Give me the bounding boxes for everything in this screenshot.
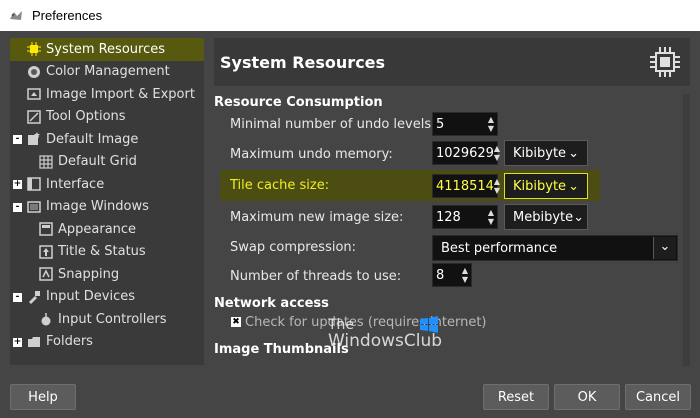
sidebar-item-input-devices[interactable]: - Input Devices xyxy=(10,286,204,309)
title-status-icon xyxy=(38,244,54,260)
chevron-down-icon: ⌄ xyxy=(573,209,585,225)
sidebar-item-label: Default Grid xyxy=(58,154,137,170)
panel-header: System Resources xyxy=(214,38,690,86)
tool-options-icon xyxy=(26,109,42,125)
preferences-tree[interactable]: System Resources Color Management Image … xyxy=(10,38,204,365)
chevron-down-icon[interactable]: ⌄ xyxy=(653,237,676,259)
title-bar: Preferences xyxy=(0,0,700,31)
chevron-down-icon: ⌄ xyxy=(568,145,579,161)
undo-memory-unit-select[interactable]: Kibibyte ⌄ xyxy=(504,140,588,166)
sidebar-item-interface[interactable]: + Interface xyxy=(10,173,204,196)
threads-value[interactable]: 8 xyxy=(433,268,459,283)
image-windows-icon xyxy=(26,199,42,215)
spin-arrows-icon[interactable]: ▲ ▼ xyxy=(494,175,500,197)
sidebar-item-label: Folders xyxy=(46,334,93,350)
sidebar-item-label: Snapping xyxy=(58,266,120,282)
max-image-value[interactable]: 128 xyxy=(433,210,485,225)
swap-compression-select[interactable]: Best performance ⌄ xyxy=(432,235,678,261)
import-icon xyxy=(26,86,42,102)
sidebar-item-label: Interface xyxy=(46,176,105,192)
collapse-icon[interactable]: - xyxy=(13,202,22,212)
sidebar-item-image-import-export[interactable]: Image Import & Export xyxy=(10,83,204,106)
sidebar-item-input-controllers[interactable]: Input Controllers xyxy=(10,308,204,331)
sidebar-item-default-image[interactable]: - Default Image xyxy=(10,128,204,151)
sidebar-item-label: Image Import & Export xyxy=(46,86,195,102)
swap-compression-value: Best performance xyxy=(441,240,558,256)
expand-icon[interactable]: + xyxy=(13,180,22,189)
tile-cache-unit: Kibibyte xyxy=(513,178,567,194)
spin-arrows-icon[interactable]: ▲ ▼ xyxy=(485,206,497,228)
sidebar-item-default-grid[interactable]: Default Grid xyxy=(10,151,204,174)
expand-icon[interactable]: + xyxy=(13,337,22,347)
sidebar-item-folders[interactable]: + Folders xyxy=(10,331,204,354)
windows-logo-icon xyxy=(420,316,438,338)
page-title: System Resources xyxy=(220,52,386,72)
sidebar-item-appearance[interactable]: Appearance xyxy=(10,218,204,241)
undo-memory-spinner[interactable]: 1029629 ▲ ▼ xyxy=(432,141,500,165)
chevron-down-icon: ⌄ xyxy=(568,178,579,194)
max-image-spinner[interactable]: 128 ▲ ▼ xyxy=(432,205,498,229)
snapping-icon xyxy=(38,266,54,282)
sidebar-item-label: Input Devices xyxy=(46,289,136,305)
chip-icon xyxy=(26,41,42,57)
color-icon xyxy=(26,64,42,80)
spin-arrows-icon[interactable]: ▲ ▼ xyxy=(485,113,497,135)
folders-icon xyxy=(26,334,42,350)
sidebar-item-color-management[interactable]: Color Management xyxy=(10,61,204,84)
sidebar-item-system-resources[interactable]: System Resources xyxy=(10,38,204,61)
tile-cache-unit-select[interactable]: Kibibyte ⌄ xyxy=(504,173,588,199)
sidebar-item-label: System Resources xyxy=(46,41,165,57)
help-button[interactable]: Help xyxy=(10,384,76,410)
input-devices-icon xyxy=(26,289,42,305)
interface-icon xyxy=(26,176,42,192)
collapse-icon[interactable]: - xyxy=(13,292,22,302)
sidebar-item-title-status[interactable]: Title & Status xyxy=(10,241,204,264)
spin-arrows-icon[interactable]: ▲ ▼ xyxy=(459,264,471,286)
window-title: Preferences xyxy=(32,8,103,23)
tile-cache-value[interactable]: 4118514 xyxy=(433,179,494,194)
network-section-title: Network access xyxy=(214,296,329,311)
undo-memory-unit: Kibibyte xyxy=(513,145,567,161)
max-image-unit: Mebibyte xyxy=(513,209,574,225)
sidebar-item-image-windows[interactable]: - Image Windows xyxy=(10,196,204,219)
sidebar-item-label: Default Image xyxy=(46,131,139,147)
check-updates-checkbox[interactable]: ✖ xyxy=(231,317,241,327)
spin-arrows-icon[interactable]: ▲ ▼ xyxy=(494,142,500,164)
default-image-icon xyxy=(26,131,42,147)
undo-levels-value[interactable]: 5 xyxy=(433,117,485,132)
max-image-label: Maximum new image size: xyxy=(230,210,404,225)
scrollbar[interactable] xyxy=(683,94,690,366)
cancel-button[interactable]: Cancel xyxy=(625,384,691,410)
chip-icon xyxy=(648,45,682,83)
undo-levels-label: Minimal number of undo levels: xyxy=(230,117,436,132)
max-image-unit-select[interactable]: Mebibyte ⌄ xyxy=(504,204,588,230)
grid-icon xyxy=(38,154,54,170)
sidebar-item-label: Title & Status xyxy=(58,244,146,260)
undo-levels-spinner[interactable]: 5 ▲ ▼ xyxy=(432,112,498,136)
sidebar-item-label: Input Controllers xyxy=(58,311,167,327)
sidebar-item-label: Image Windows xyxy=(46,199,149,215)
input-controllers-icon xyxy=(38,311,54,327)
sidebar-item-label: Appearance xyxy=(58,221,137,237)
undo-memory-value[interactable]: 1029629 xyxy=(433,146,494,161)
threads-label: Number of threads to use: xyxy=(230,269,402,284)
reset-button[interactable]: Reset xyxy=(483,384,549,410)
resource-section-title: Resource Consumption xyxy=(214,95,383,110)
undo-memory-label: Maximum undo memory: xyxy=(230,147,393,162)
sidebar-item-label: Tool Options xyxy=(46,109,126,125)
tile-cache-label: Tile cache size: xyxy=(230,178,330,193)
sidebar-item-snapping[interactable]: Snapping xyxy=(10,263,204,286)
sidebar-item-label: Color Management xyxy=(46,64,170,80)
threads-spinner[interactable]: 8 ▲ ▼ xyxy=(432,263,472,287)
tile-cache-spinner[interactable]: 4118514 ▲ ▼ xyxy=(432,174,500,198)
appearance-icon xyxy=(38,221,54,237)
collapse-icon[interactable]: - xyxy=(13,135,22,144)
ok-button[interactable]: OK xyxy=(554,384,620,410)
swap-compression-label: Swap compression: xyxy=(230,240,357,255)
sidebar-item-tool-options[interactable]: Tool Options xyxy=(10,106,204,129)
gimp-app-icon xyxy=(8,8,24,24)
